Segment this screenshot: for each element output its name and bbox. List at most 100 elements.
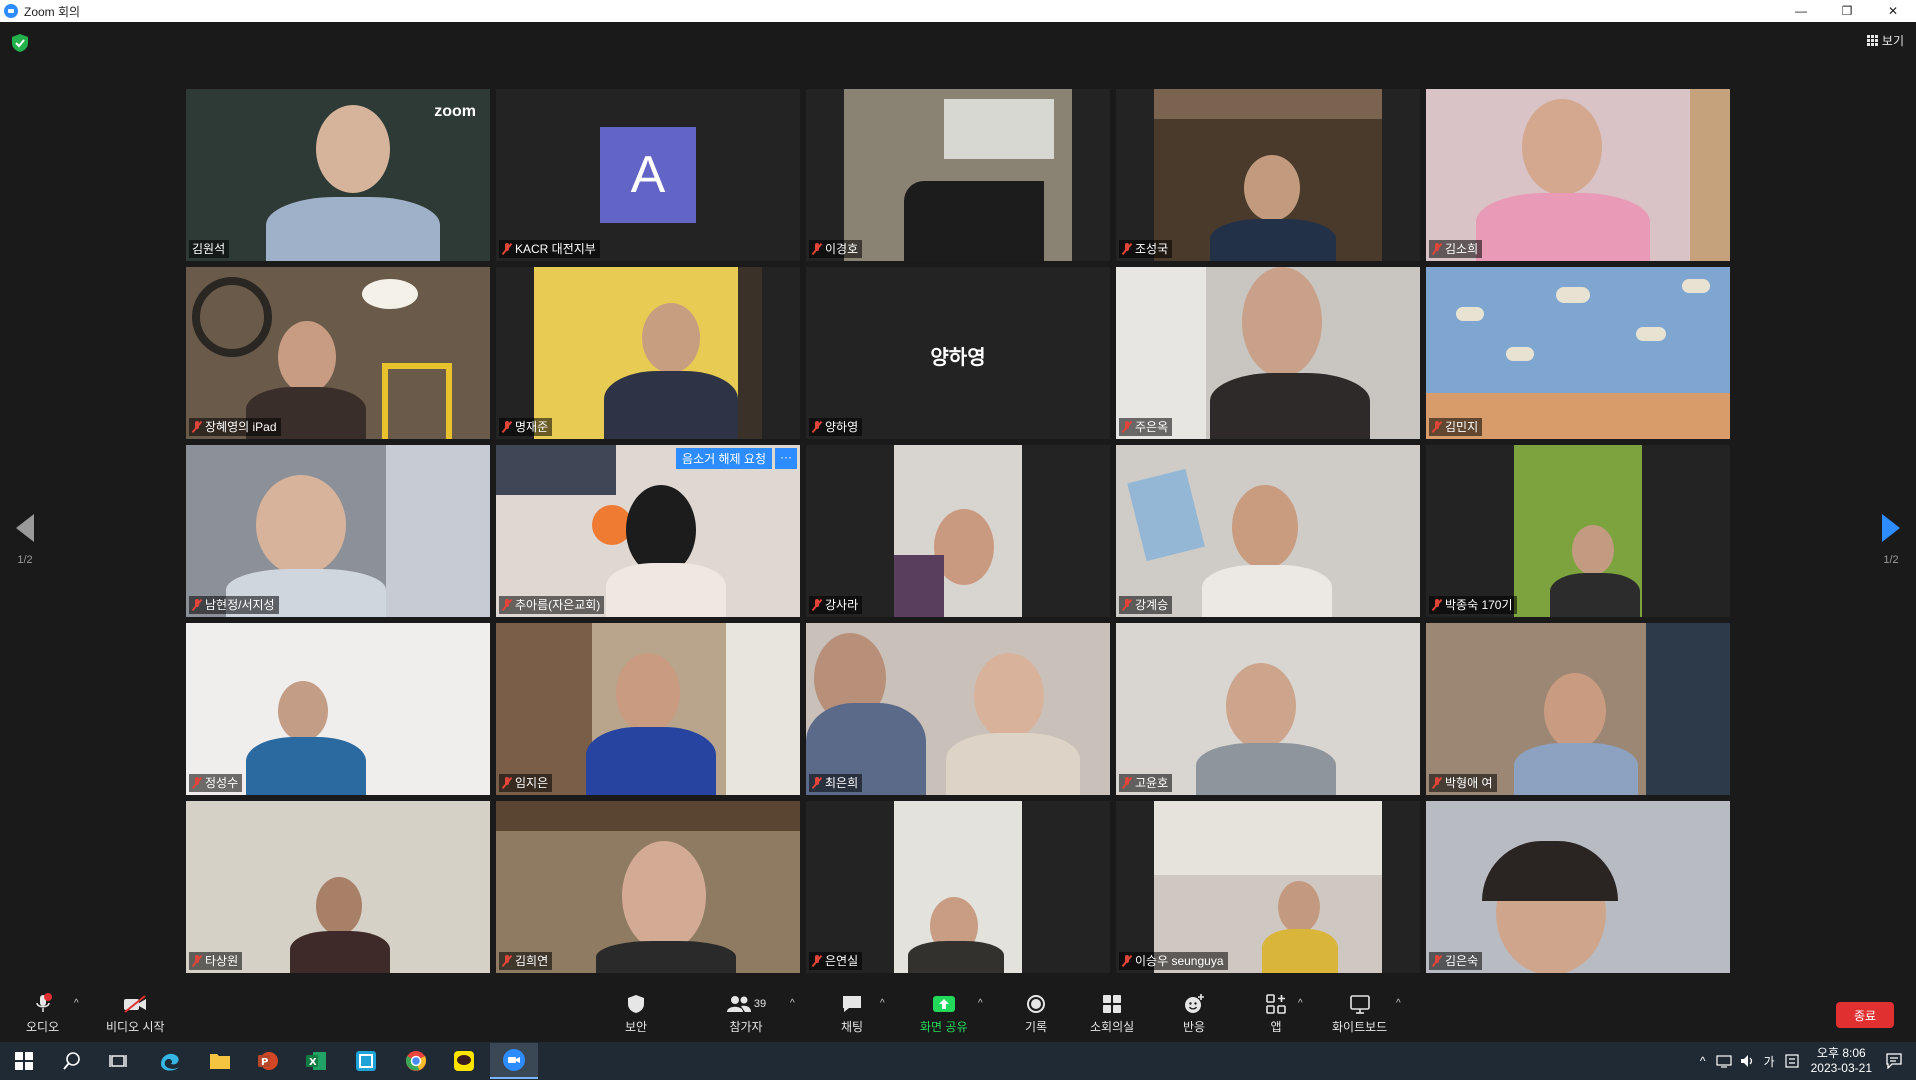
- unmute-request-label: 음소거 해제 요청: [676, 448, 772, 469]
- video-tile[interactable]: 최은희: [806, 623, 1110, 795]
- video-feed: [1154, 801, 1382, 973]
- video-tile[interactable]: 주은옥: [1116, 267, 1420, 439]
- encryption-shield-icon[interactable]: [12, 34, 28, 52]
- mic-muted-icon: [1122, 955, 1132, 967]
- end-meeting-button[interactable]: 종료: [1836, 1002, 1894, 1028]
- notification-icon[interactable]: [1886, 1053, 1902, 1069]
- security-button[interactable]: 보안: [622, 992, 650, 1035]
- whiteboard-options-caret[interactable]: ^: [1396, 998, 1401, 1009]
- video-tile[interactable]: 정성수: [186, 623, 490, 795]
- chrome-icon[interactable]: [402, 1047, 430, 1075]
- video-off-icon: [121, 992, 149, 1016]
- share-screen-button[interactable]: 화면 공유: [920, 992, 968, 1035]
- video-tile[interactable]: 음소거 해제 요청 ··· 추아름(자은교회): [496, 445, 800, 617]
- participants-options-caret[interactable]: ^: [790, 998, 795, 1009]
- chat-options-caret[interactable]: ^: [880, 998, 885, 1009]
- video-tile[interactable]: zoom 김원석: [186, 89, 490, 261]
- participants-label: 참가자: [729, 1020, 763, 1034]
- video-tile[interactable]: 김소희: [1426, 89, 1730, 261]
- video-tile[interactable]: 박종숙 170기: [1426, 445, 1730, 617]
- breakout-rooms-button[interactable]: 소회의실: [1090, 992, 1134, 1035]
- record-button[interactable]: 기록: [1022, 992, 1050, 1035]
- participant-name: KACR 대전지부: [515, 242, 596, 256]
- mic-muted-icon: [812, 243, 822, 255]
- audio-options-caret[interactable]: ^: [74, 998, 79, 1009]
- video-feed: [186, 445, 490, 617]
- file-explorer-icon[interactable]: [206, 1047, 234, 1075]
- participants-button[interactable]: 39 참가자: [720, 992, 772, 1035]
- audio-button[interactable]: 오디오: [26, 992, 59, 1035]
- video-tile[interactable]: A KACR 대전지부: [496, 89, 800, 261]
- video-tile[interactable]: 이경호: [806, 89, 1110, 261]
- chat-label: 채팅: [840, 1020, 864, 1034]
- video-button[interactable]: 비디오 시작: [106, 992, 165, 1035]
- security-label: 보안: [624, 1020, 648, 1034]
- share-options-caret[interactable]: ^: [978, 998, 983, 1009]
- video-tile[interactable]: 타상원: [186, 801, 490, 973]
- video-tile[interactable]: 김은숙: [1426, 801, 1730, 973]
- video-feed: [1116, 267, 1420, 439]
- video-tile[interactable]: 남현정/서지성: [186, 445, 490, 617]
- participant-name: 정성수: [205, 776, 239, 790]
- participant-name: 김희연: [515, 954, 549, 968]
- video-tile[interactable]: 강사라: [806, 445, 1110, 617]
- video-tile[interactable]: 장혜영의 iPad: [186, 267, 490, 439]
- keyboard-layout-icon[interactable]: [1785, 1054, 1799, 1068]
- excel-icon[interactable]: X: [302, 1047, 330, 1075]
- video-tile[interactable]: 은연실: [806, 801, 1110, 973]
- video-tile[interactable]: 강계승: [1116, 445, 1420, 617]
- prev-page-button[interactable]: 1/2: [16, 514, 34, 566]
- mic-muted-icon: [812, 421, 822, 433]
- search-icon[interactable]: [58, 1047, 86, 1075]
- apps-label: 앱: [1270, 1020, 1282, 1034]
- name-tag: 박형애 여: [1429, 774, 1497, 792]
- mic-muted-icon: [29, 992, 57, 1016]
- video-tile[interactable]: 박형애 여: [1426, 623, 1730, 795]
- video-feed: [496, 801, 800, 973]
- next-page-button[interactable]: 1/2: [1882, 514, 1900, 566]
- video-tile[interactable]: 김민지: [1426, 267, 1730, 439]
- mic-muted-icon: [1122, 243, 1132, 255]
- more-options-button[interactable]: ···: [775, 448, 797, 469]
- participant-name: 남현정/서지성: [205, 598, 275, 612]
- reactions-button[interactable]: 반응: [1180, 992, 1208, 1035]
- video-tile[interactable]: 조성국: [1116, 89, 1420, 261]
- edge-browser-icon[interactable]: [156, 1047, 184, 1075]
- hangul-icon[interactable]: [352, 1047, 380, 1075]
- zoom-taskbar-icon[interactable]: [490, 1043, 538, 1079]
- chevron-up-icon[interactable]: ^: [1700, 1054, 1706, 1068]
- mic-muted-icon: [812, 777, 822, 789]
- svg-text:X: X: [309, 1057, 317, 1068]
- ime-indicator[interactable]: 가: [1764, 1053, 1775, 1070]
- video-tile[interactable]: 김희연: [496, 801, 800, 973]
- video-feed: [1514, 445, 1642, 617]
- mic-muted-icon: [812, 955, 822, 967]
- windows-start-icon[interactable]: [10, 1047, 38, 1075]
- video-tile[interactable]: 임지은: [496, 623, 800, 795]
- close-button[interactable]: ✕: [1870, 0, 1916, 22]
- video-tile[interactable]: 명재준: [496, 267, 800, 439]
- chat-button[interactable]: 채팅: [838, 992, 866, 1035]
- video-tile[interactable]: 고윤호: [1116, 623, 1420, 795]
- apps-button[interactable]: 앱: [1262, 992, 1290, 1035]
- mic-muted-icon: [192, 777, 202, 789]
- video-tile[interactable]: 이승우 seunguya: [1116, 801, 1420, 973]
- meeting-area: 보기 1/2 1/2 zoom 김원석 A KACR 대전지부 이경호 조성국 …: [0, 22, 1916, 990]
- participant-name: 고윤호: [1135, 776, 1169, 790]
- network-icon[interactable]: [1715, 1054, 1732, 1068]
- apps-options-caret[interactable]: ^: [1298, 998, 1303, 1009]
- minimize-button[interactable]: —: [1778, 0, 1824, 22]
- view-button[interactable]: 보기: [1866, 32, 1904, 49]
- kakaotalk-icon[interactable]: [450, 1047, 478, 1075]
- task-view-icon[interactable]: [104, 1047, 132, 1075]
- powerpoint-icon[interactable]: P: [254, 1047, 282, 1075]
- clock[interactable]: 오후 8:06 2023-03-21: [1811, 1046, 1872, 1076]
- name-tag: KACR 대전지부: [499, 240, 600, 258]
- video-tile[interactable]: 양하영 양하영: [806, 267, 1110, 439]
- window-controls: — ❐ ✕: [1778, 0, 1916, 22]
- whiteboard-button[interactable]: 화이트보드: [1332, 992, 1387, 1035]
- volume-icon[interactable]: [1740, 1054, 1756, 1068]
- restore-button[interactable]: ❐: [1824, 0, 1870, 22]
- title-bar: Zoom 회의 — ❐ ✕: [0, 0, 1916, 22]
- zoom-window: Zoom 회의 — ❐ ✕ 보기 1/2 1/2 zoom 김원석 A KACR…: [0, 0, 1916, 1080]
